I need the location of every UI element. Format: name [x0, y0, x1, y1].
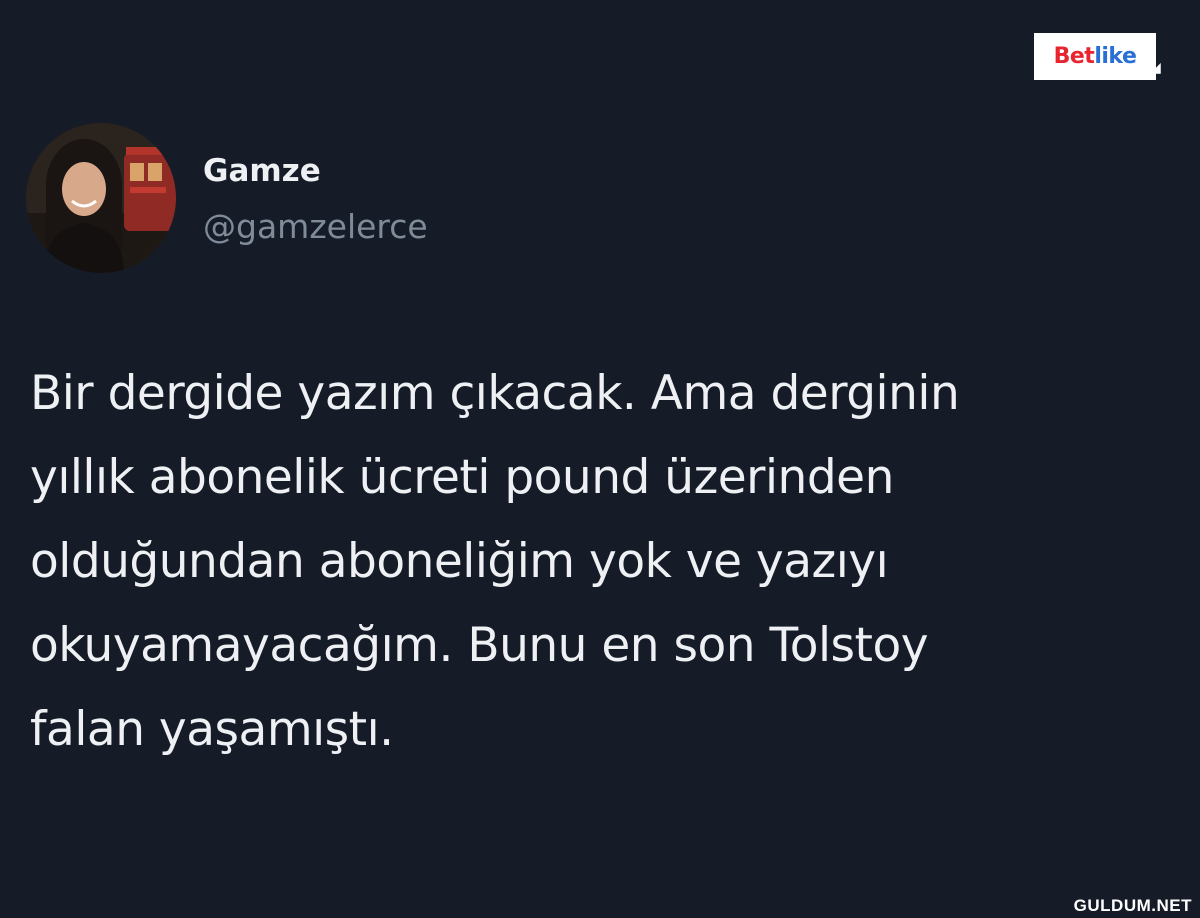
- avatar-photo: [26, 123, 176, 273]
- logo-text-like: like: [1094, 44, 1137, 69]
- tweet-text: Bir dergide yazım çıkacak. Ama derginin …: [30, 366, 960, 757]
- avatar[interactable]: [26, 123, 176, 273]
- author-handle[interactable]: @gamzelerce: [203, 205, 428, 249]
- watermark: GULDUM.NET: [1073, 896, 1192, 915]
- betlike-logo: Bet like: [1034, 33, 1156, 80]
- author-display-name[interactable]: Gamze: [203, 151, 321, 191]
- logo-text-bet: Bet: [1053, 44, 1095, 69]
- logo-tail-mark: ◢: [1150, 60, 1161, 76]
